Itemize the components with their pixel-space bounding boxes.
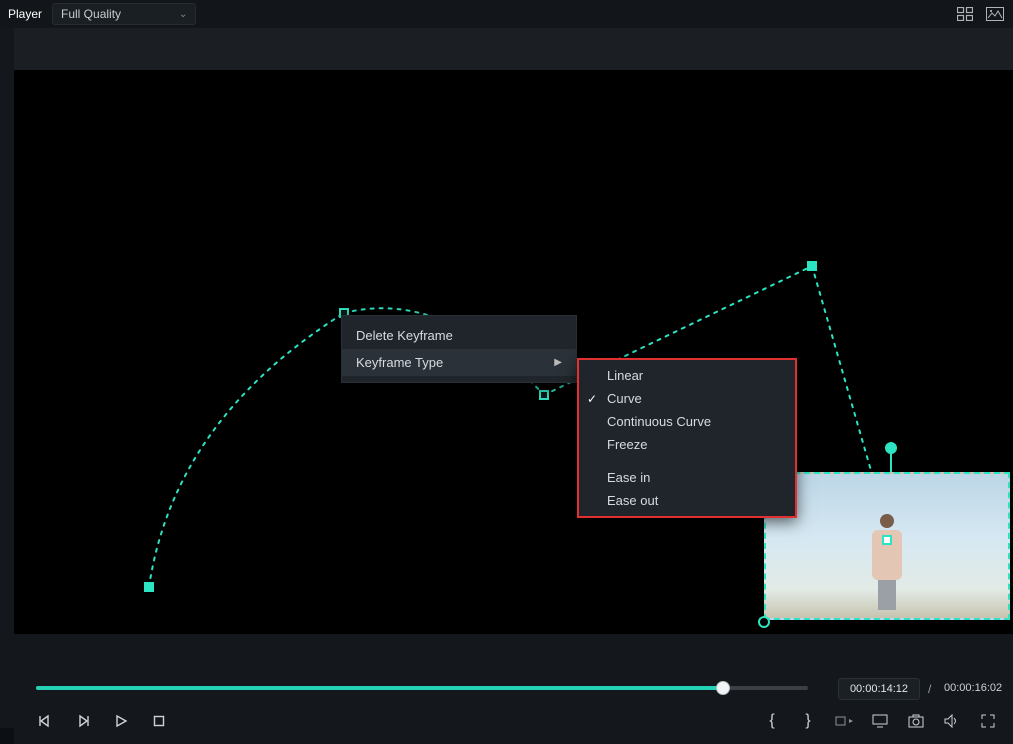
- submenu-freeze[interactable]: Freeze: [579, 433, 795, 456]
- submenu-label: Curve: [607, 391, 642, 406]
- player-label: Player: [8, 7, 42, 21]
- menu-label: Delete Keyframe: [356, 328, 453, 343]
- top-bar: Player Full Quality ⌄: [0, 0, 1013, 28]
- keyframe-marker[interactable]: [144, 582, 154, 592]
- submenu-ease-out[interactable]: Ease out: [579, 489, 795, 512]
- timeline-scrubber[interactable]: [36, 686, 808, 690]
- preview-canvas[interactable]: Delete Keyframe Keyframe Type ▶ Linear ✓…: [14, 70, 1013, 634]
- submenu-label: Ease out: [607, 493, 658, 508]
- brace-open-icon: {: [769, 712, 774, 730]
- left-strip: [0, 28, 14, 728]
- ratio-menu-button[interactable]: [835, 712, 853, 730]
- play-button[interactable]: [112, 712, 130, 730]
- display-button[interactable]: [871, 712, 889, 730]
- submenu-label: Continuous Curve: [607, 414, 711, 429]
- scrubber-knob[interactable]: [716, 681, 730, 695]
- grid-icon[interactable]: [955, 4, 975, 24]
- chevron-down-icon: ⌄: [179, 9, 187, 20]
- keyframe-type-submenu: Linear ✓ Curve Continuous Curve Freeze E…: [577, 358, 797, 518]
- menu-label: Keyframe Type: [356, 355, 443, 370]
- submenu-curve[interactable]: ✓ Curve: [579, 387, 795, 410]
- step-back-button[interactable]: [36, 712, 54, 730]
- stop-button[interactable]: [150, 712, 168, 730]
- left-transport-controls: [36, 712, 168, 730]
- handle-point[interactable]: [885, 442, 897, 454]
- handle-point[interactable]: [758, 616, 770, 628]
- keyframe-marker[interactable]: [539, 390, 549, 400]
- fullscreen-button[interactable]: [979, 712, 997, 730]
- step-forward-button[interactable]: [74, 712, 92, 730]
- submenu-label: Linear: [607, 368, 643, 383]
- preview-clip[interactable]: [764, 472, 1010, 620]
- quality-dropdown[interactable]: Full Quality ⌄: [52, 3, 196, 25]
- clip-anchor[interactable]: [882, 535, 892, 545]
- right-transport-controls: { }: [763, 712, 997, 730]
- submenu-label: Freeze: [607, 437, 647, 452]
- submenu-continuous-curve[interactable]: Continuous Curve: [579, 410, 795, 433]
- menu-keyframe-type[interactable]: Keyframe Type ▶: [342, 349, 576, 376]
- brace-close-icon: }: [805, 712, 810, 730]
- transport-bar: 00:00:14:12 / 00:00:16:02 { }: [14, 674, 1013, 744]
- submenu-label: Ease in: [607, 470, 650, 485]
- check-icon: ✓: [587, 392, 597, 406]
- total-time: 00:00:16:02: [944, 682, 1002, 694]
- viewer-panel: Delete Keyframe Keyframe Type ▶ Linear ✓…: [14, 28, 1013, 674]
- context-menu: Delete Keyframe Keyframe Type ▶: [341, 315, 577, 383]
- image-icon[interactable]: [985, 4, 1005, 24]
- submenu-linear[interactable]: Linear: [579, 364, 795, 387]
- scrubber-progress: [36, 686, 723, 690]
- time-separator: /: [928, 682, 931, 696]
- quality-value: Full Quality: [61, 7, 121, 21]
- menu-delete-keyframe[interactable]: Delete Keyframe: [342, 322, 576, 349]
- volume-button[interactable]: [943, 712, 961, 730]
- submenu-ease-in[interactable]: Ease in: [579, 466, 795, 489]
- keyframe-marker[interactable]: [807, 261, 817, 271]
- mark-out-button[interactable]: }: [799, 712, 817, 730]
- viewer-header-strip: [14, 28, 1013, 70]
- submenu-arrow-icon: ▶: [554, 357, 562, 368]
- current-time-box[interactable]: 00:00:14:12: [838, 678, 920, 700]
- snapshot-button[interactable]: [907, 712, 925, 730]
- person-silhouette: [869, 514, 905, 606]
- mark-in-button[interactable]: {: [763, 712, 781, 730]
